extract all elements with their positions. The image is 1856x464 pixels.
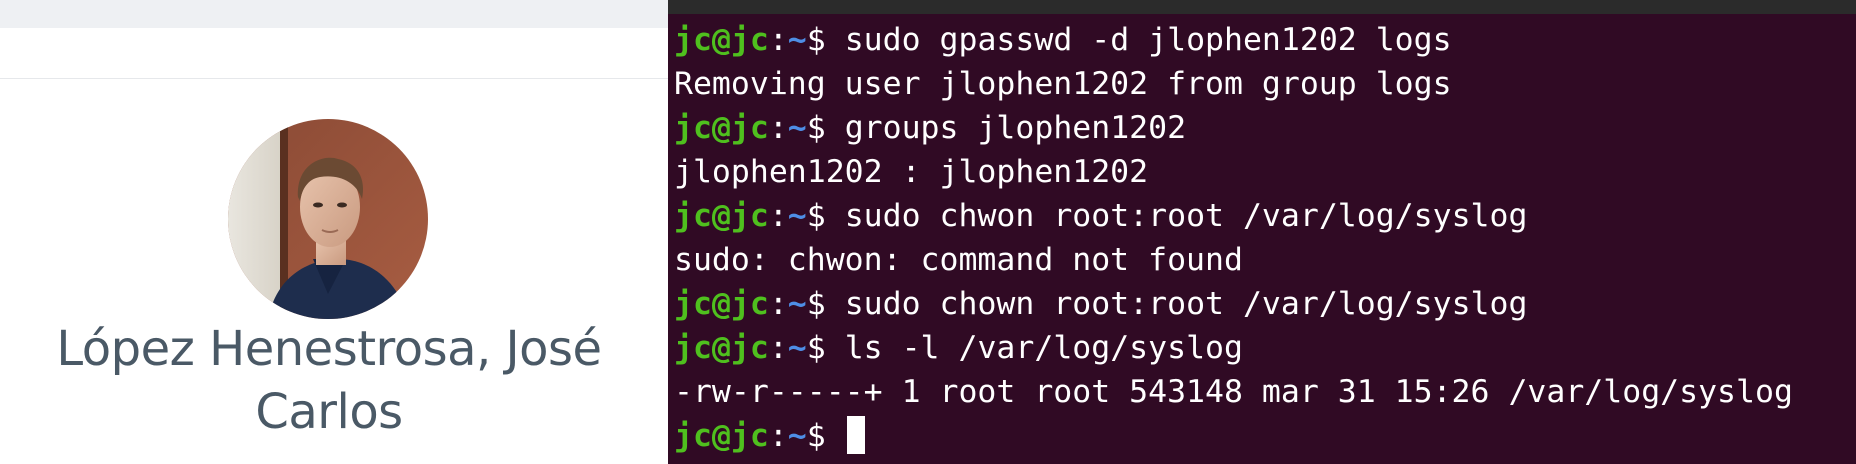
terminal-titlebar [668,0,1856,14]
profile-avatar [228,119,428,319]
command-text: ls -l /var/log/syslog [844,330,1243,366]
prompt-dollar: $ [806,330,845,366]
terminal-output-line: -rw-r-----+ 1 root root 543148 mar 31 15… [674,374,1793,410]
prompt-user-host: jc@jc [674,286,769,322]
terminal-window[interactable]: jc@jc:~$ sudo gpasswd -d jlophen1202 log… [668,0,1856,464]
profile-name-line1: López Henestrosa, José [56,321,602,377]
terminal-command-line: jc@jc:~$ sudo gpasswd -d jlophen1202 log… [674,18,1856,62]
header-divider [0,78,668,79]
terminal-command-line: jc@jc:~$ sudo chwon root:root /var/log/s… [674,194,1856,238]
terminal-output-line: sudo: chwon: command not found [674,242,1243,278]
prompt-path: ~ [787,286,807,322]
terminal-output[interactable]: jc@jc:~$ sudo gpasswd -d jlophen1202 log… [674,18,1856,458]
terminal-command-line: jc@jc:~$ sudo chown root:root /var/log/s… [674,282,1856,326]
prompt-user-host: jc@jc [674,418,769,454]
profile-name: López Henestrosa, José Carlos [0,318,658,444]
prompt-colon: : [768,198,788,234]
prompt-path: ~ [787,418,807,454]
prompt-colon: : [768,110,788,146]
terminal-command-line: jc@jc:~$ [674,414,1856,458]
prompt-colon: : [768,330,788,366]
prompt-user-host: jc@jc [674,330,769,366]
prompt-colon: : [768,22,788,58]
profile-name-line2: Carlos [255,384,403,440]
terminal-command-line: jc@jc:~$ groups jlophen1202 [674,106,1856,150]
prompt-dollar: $ [806,110,845,146]
prompt-path: ~ [787,22,807,58]
prompt-path: ~ [787,330,807,366]
terminal-output-line: Removing user jlophen1202 from group log… [674,66,1452,102]
prompt-path: ~ [787,198,807,234]
prompt-user-host: jc@jc [674,22,769,58]
command-text: sudo chown root:root /var/log/syslog [844,286,1528,322]
terminal-output-line: jlophen1202 : jlophen1202 [674,154,1149,190]
terminal-cursor [846,416,865,454]
browser-window: López Henestrosa, José Carlos [0,0,668,464]
prompt-colon: : [768,286,788,322]
command-text: sudo gpasswd -d jlophen1202 logs [844,22,1452,58]
prompt-dollar: $ [806,418,845,454]
prompt-path: ~ [787,110,807,146]
terminal-command-line: jc@jc:~$ ls -l /var/log/syslog [674,326,1856,370]
prompt-user-host: jc@jc [674,110,769,146]
command-text: sudo chwon root:root /var/log/syslog [844,198,1528,234]
command-text: groups jlophen1202 [844,110,1187,146]
profile-photo [228,119,428,319]
prompt-user-host: jc@jc [674,198,769,234]
prompt-dollar: $ [806,22,845,58]
prompt-colon: : [768,418,788,454]
prompt-dollar: $ [806,286,845,322]
prompt-dollar: $ [806,198,845,234]
browser-toolbar [0,0,668,28]
screen: López Henestrosa, José Carlos jc@jc:~$ s… [0,0,1856,464]
